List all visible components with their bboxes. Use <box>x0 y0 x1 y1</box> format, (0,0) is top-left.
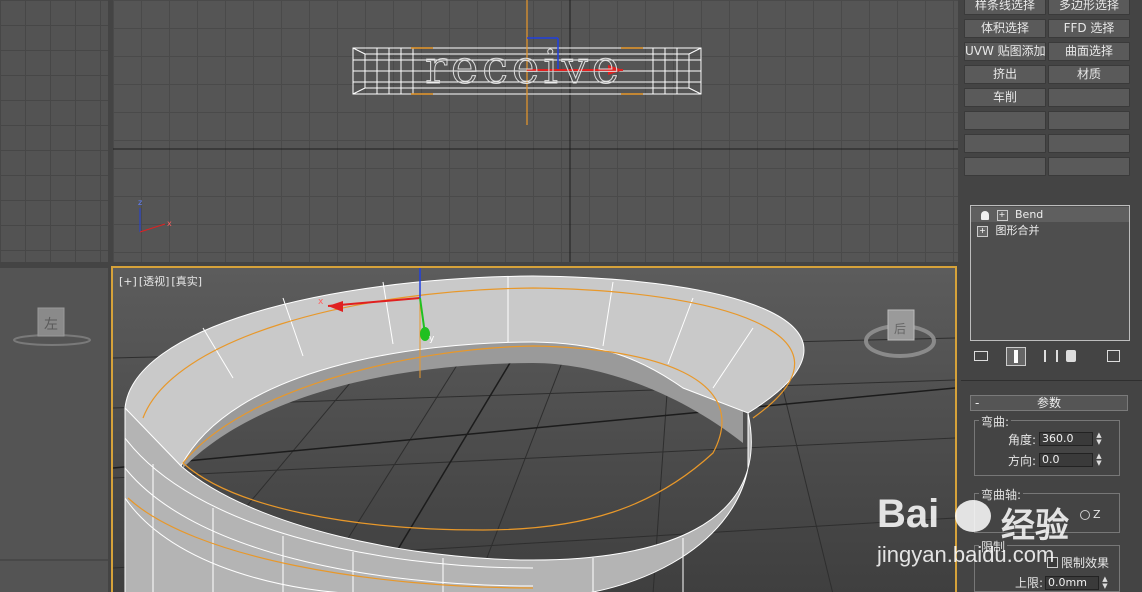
expand-icon[interactable]: + <box>977 225 988 237</box>
modifier-button[interactable]: 车削 <box>964 88 1046 107</box>
direction-label: 方向: <box>1008 454 1037 468</box>
expand-icon[interactable]: + <box>996 209 1008 221</box>
modifier-button[interactable]: 挤出 <box>964 65 1046 84</box>
angle-label: 角度: <box>1008 433 1037 447</box>
stack-toolbar <box>970 347 1135 367</box>
modifier-button[interactable] <box>1048 111 1130 130</box>
modifier-button[interactable]: UVW 贴图添加 <box>964 42 1046 61</box>
modifier-stack[interactable]: + Bend + 图形合并 <box>970 205 1130 341</box>
modifier-button[interactable] <box>964 111 1046 130</box>
angle-spinner-arrows[interactable]: ▲ ▼ <box>1094 432 1104 446</box>
remove-modifier-icon[interactable] <box>1066 350 1076 362</box>
svg-text:x: x <box>318 297 324 307</box>
angle-spinner[interactable]: 360.0 <box>1039 432 1093 446</box>
pin-stack-icon[interactable] <box>974 351 988 361</box>
axis-z-label: Z <box>1093 508 1101 521</box>
svg-text:z: z <box>138 198 142 207</box>
stack-item-bend[interactable]: + Bend <box>971 207 1129 222</box>
collapse-icon[interactable]: - <box>975 396 979 410</box>
rollout-title: 参数 <box>1036 396 1061 410</box>
viewport-perspective[interactable]: [+] [透视] [真实] x y 后 <box>111 266 957 592</box>
modifier-button[interactable] <box>964 134 1046 153</box>
upper-limit-spinner-arrows[interactable]: ▲ ▼ <box>1100 576 1110 590</box>
limit-effect-label: 限制效果 <box>1061 556 1110 570</box>
viewcube-left-label[interactable]: 左 <box>44 314 58 334</box>
modifier-button[interactable] <box>1048 88 1130 107</box>
upper-limit-label: 上限: <box>1015 576 1044 590</box>
direction-spinner[interactable]: 0.0 <box>1039 453 1093 467</box>
viewport-left[interactable]: 左 <box>0 268 108 592</box>
show-end-result-icon[interactable] <box>1006 347 1026 366</box>
configure-sets-icon[interactable] <box>1107 350 1120 362</box>
modifier-button[interactable] <box>1048 157 1130 176</box>
stack-item-label: 图形合并 <box>995 224 1040 237</box>
lightbulb-icon[interactable] <box>981 210 989 220</box>
upper-limit-spinner[interactable]: 0.0mm <box>1045 576 1099 590</box>
perspective-scene: x y <box>113 268 955 592</box>
bend-group-title: 弯曲: <box>979 413 1012 430</box>
front-text-label: receive <box>424 40 624 95</box>
viewport-front[interactable]: z x receive <box>113 0 958 262</box>
viewcube-persp-label[interactable]: 后 <box>894 320 906 337</box>
modifier-button[interactable] <box>1048 134 1130 153</box>
direction-spinner-arrows[interactable]: ▲ ▼ <box>1094 453 1104 467</box>
svg-text:y: y <box>429 334 435 344</box>
svg-text:x: x <box>167 219 172 228</box>
modifier-button[interactable]: 多边形选择 <box>1048 0 1130 15</box>
make-unique-icon[interactable] <box>1044 350 1058 362</box>
command-panel: 样条线选择 多边形选择 体积选择 FFD 选择 UVW 贴图添加 曲面选择 挤出 材质 车削 +… <box>961 0 1142 592</box>
limit-group-title: 限制 <box>979 538 1008 555</box>
modifier-button[interactable] <box>964 157 1046 176</box>
modifier-button[interactable]: FFD 选择 <box>1048 19 1130 38</box>
limit-effect-checkbox[interactable] <box>1047 557 1058 568</box>
modifier-button[interactable]: 曲面选择 <box>1048 42 1130 61</box>
stack-item-label: Bend <box>1015 208 1044 221</box>
stack-item-shape-merge[interactable]: + 图形合并 <box>971 223 1129 238</box>
viewport-top-left[interactable] <box>0 0 108 262</box>
modifier-button[interactable]: 材质 <box>1048 65 1130 84</box>
modifier-button[interactable]: 样条线选择 <box>964 0 1046 15</box>
rollout-parameters-header[interactable]: - 参数 <box>970 395 1128 411</box>
bend-axis-group-title: 弯曲轴: <box>979 486 1024 503</box>
axis-z-radio[interactable] <box>1080 510 1090 520</box>
modifier-button[interactable]: 体积选择 <box>964 19 1046 38</box>
panel-divider <box>961 380 1142 381</box>
